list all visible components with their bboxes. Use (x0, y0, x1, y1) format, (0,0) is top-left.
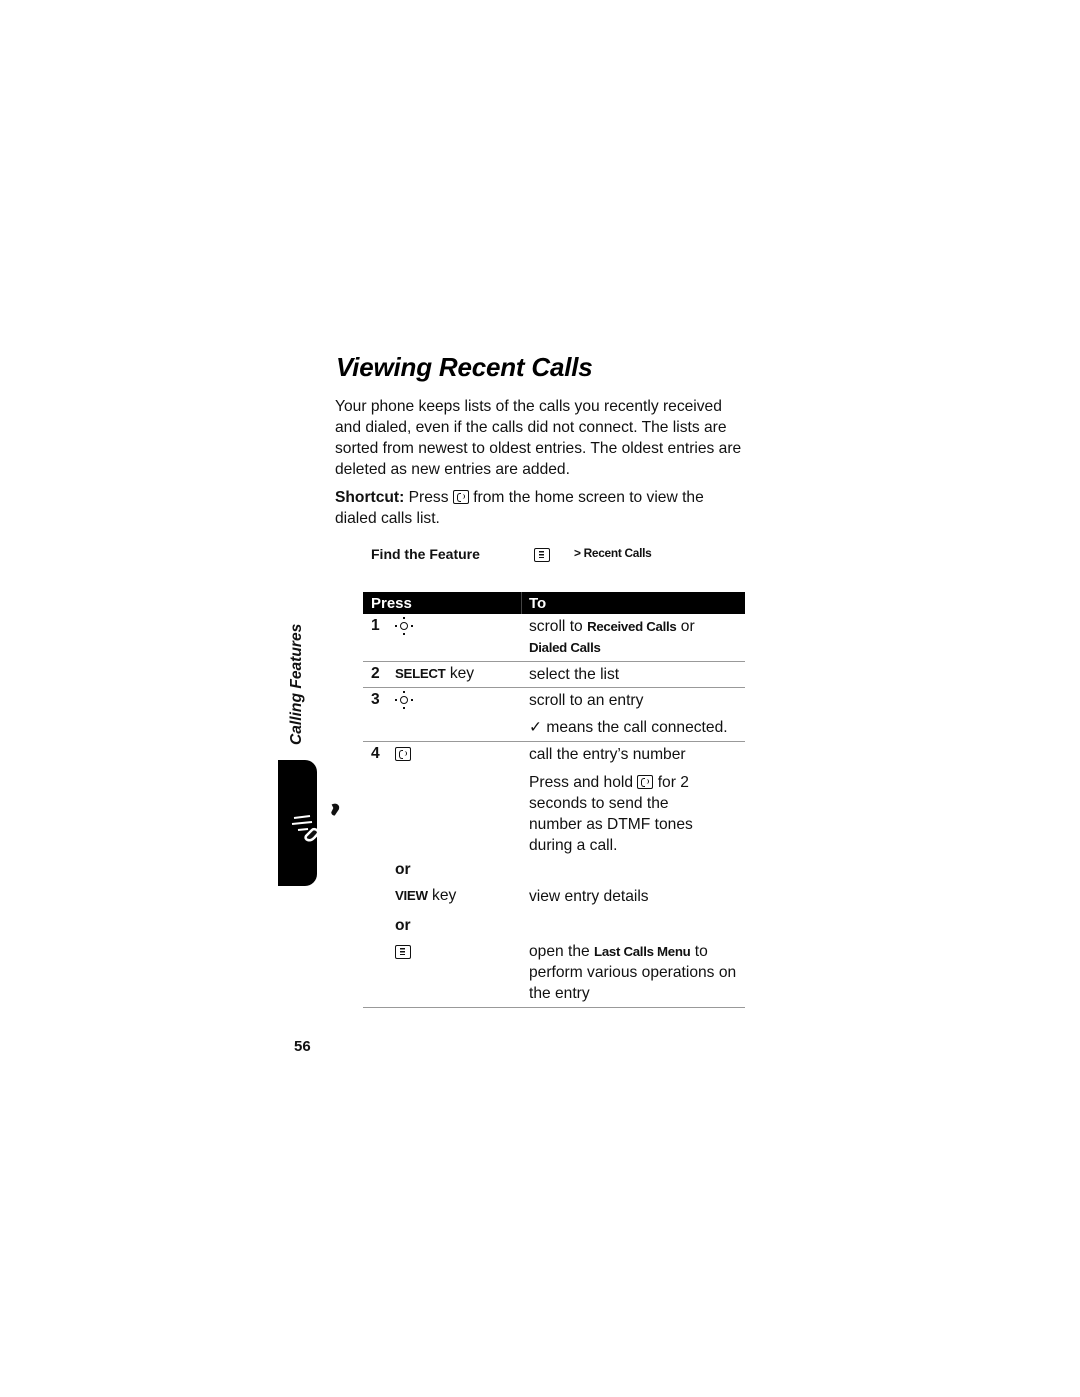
text: open the (529, 943, 590, 960)
menu-key-icon (534, 548, 550, 562)
send-key-icon (452, 490, 469, 504)
step-number: 2 (371, 665, 380, 682)
text: or (680, 618, 695, 635)
alt-description: view entry details (529, 888, 649, 905)
step-number: 3 (371, 691, 380, 708)
nav-scroll-icon (395, 691, 413, 709)
menu-item-last-calls-menu: Last Calls Menu (594, 944, 691, 959)
step-description: scroll to Received Calls or Dialed Calls (529, 616, 744, 658)
table-row: 4 call the entry’s number Press and hold… (363, 742, 745, 1007)
find-feature-label: Find the Feature (371, 546, 480, 562)
table-row: 2 SELECT key select the list (363, 662, 745, 688)
step-description: scroll to an entry (529, 692, 644, 709)
header-press: Press (371, 595, 412, 612)
step-description: select the list (529, 666, 620, 683)
select-key-label: SELECT (395, 666, 446, 681)
view-key-label: VIEW (395, 888, 428, 903)
alt-press: VIEW key (395, 887, 456, 905)
text: Press and hold (529, 774, 634, 791)
send-key-icon (637, 775, 654, 789)
text: key (449, 665, 475, 682)
step-number: 1 (371, 617, 380, 634)
header-to: To (529, 595, 547, 612)
phone-calling-icon (291, 801, 342, 842)
nav-scroll-icon (395, 617, 413, 635)
step-description: call the entry’s number (529, 746, 686, 763)
table-bottom-rule (363, 1007, 745, 1008)
intro-paragraph: Your phone keeps lists of the calls you … (335, 398, 742, 478)
header-divider (521, 592, 522, 614)
table-row: 3 scroll to an entry ✓ means the call co… (363, 688, 745, 742)
page-number: 56 (294, 1038, 311, 1055)
step-note: Press and hold for 2 seconds to send the… (529, 772, 709, 856)
menu-item-received-calls: Received Calls (587, 619, 677, 634)
shortcut-text-before: Press (408, 489, 449, 506)
page-title: Viewing Recent Calls (336, 352, 593, 382)
table-row: 1 scroll to Received Calls or Dialed Cal… (363, 614, 745, 662)
find-the-feature: Find the Feature > Recent Calls (371, 546, 745, 566)
steps-table: Press To 1 scroll to Received Calls or D… (363, 592, 745, 1008)
step-press: SELECT key (395, 665, 474, 683)
text: key (432, 887, 457, 904)
step-note: ✓ means the call connected. (529, 719, 728, 736)
send-key-icon (395, 747, 411, 761)
table-header: Press To (363, 592, 745, 614)
menu-item-dialed-calls: Dialed Calls (529, 640, 601, 655)
or-label: or (395, 861, 411, 878)
find-feature-path: > Recent Calls (574, 546, 652, 560)
section-side-label: Calling Features (288, 623, 305, 745)
shortcut-paragraph: Shortcut: Press from the home screen to … (335, 487, 745, 529)
shortcut-label: Shortcut: (335, 489, 405, 506)
menu-key-icon (395, 945, 411, 959)
step-number: 4 (371, 745, 380, 762)
or-label: or (395, 917, 411, 934)
text: scroll to (529, 618, 583, 635)
alt-description: open the Last Calls Menu to perform vari… (529, 941, 744, 1004)
